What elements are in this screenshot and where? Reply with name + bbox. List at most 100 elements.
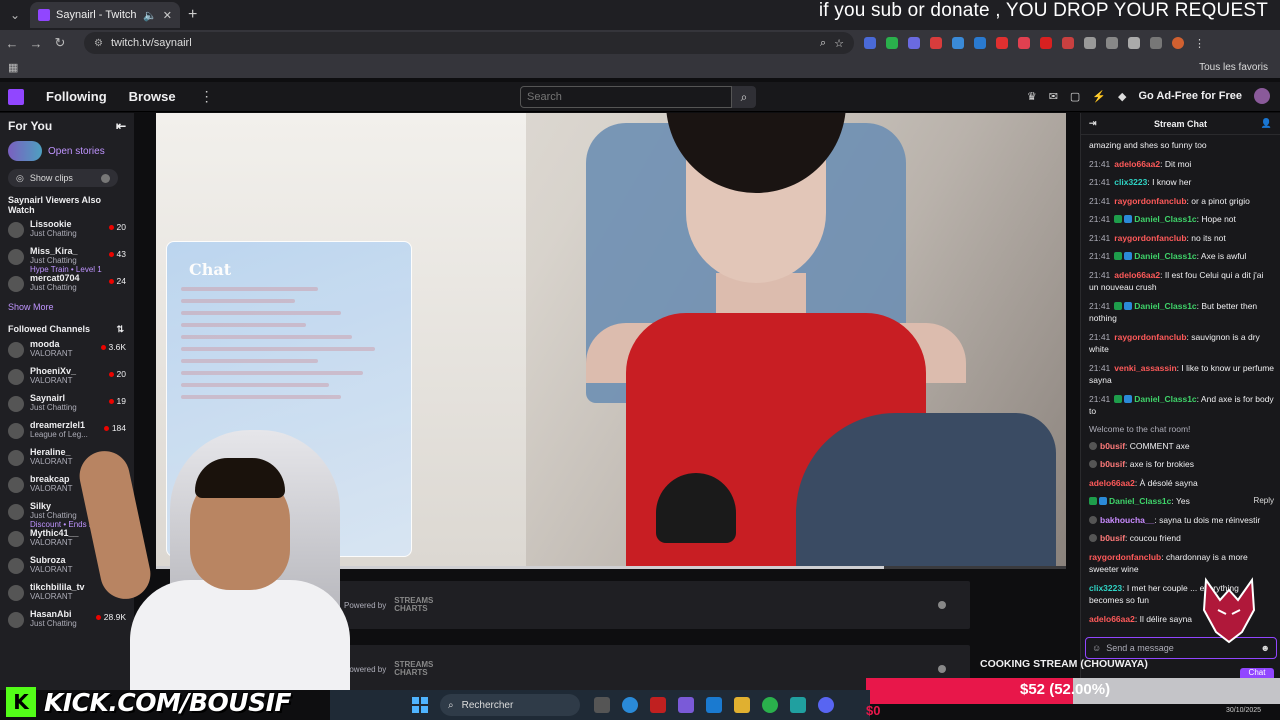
extension-icon[interactable] [886, 37, 898, 49]
app-icon[interactable] [706, 697, 722, 713]
viewer-count: 24 [109, 276, 126, 286]
show-more-link[interactable]: Show More [0, 298, 134, 316]
chat-username[interactable]: adelo66aa2 [1114, 159, 1160, 169]
chat-username[interactable]: raygordonfanclub [1089, 552, 1161, 562]
app-icon[interactable] [790, 697, 806, 713]
whispers-icon[interactable]: ▢ [1070, 90, 1080, 103]
browse-link[interactable]: Browse [129, 89, 176, 104]
show-clips-toggle[interactable]: ◎ Show clips [8, 169, 118, 187]
extension-icon[interactable] [974, 37, 986, 49]
discord-icon[interactable] [818, 697, 834, 713]
bits-icon[interactable]: ◆ [1118, 90, 1126, 103]
sidebar-channel[interactable]: mooda VALORANT 3.6K [0, 337, 134, 364]
search-input[interactable] [520, 86, 732, 108]
chat-username[interactable]: Daniel_Class1c [1134, 394, 1196, 404]
reply-button[interactable]: Reply [1254, 496, 1274, 505]
taskbar-search[interactable]: ⌕ Rechercher [440, 694, 580, 716]
bookmark-star-icon[interactable]: ☆ [834, 37, 844, 50]
sidebar-channel[interactable]: Lissookie Just Chatting 20 [0, 217, 134, 244]
twitch-logo-icon[interactable] [8, 88, 24, 105]
extension-icon[interactable] [952, 37, 964, 49]
file-explorer-icon[interactable] [734, 697, 750, 713]
tab-mute-icon[interactable]: 🔈 [143, 9, 157, 22]
extension-icon[interactable]: ⚡ [1092, 90, 1106, 103]
extension-icon[interactable] [1084, 37, 1096, 49]
extension-icon[interactable] [864, 37, 876, 49]
sort-icon[interactable]: ⇅ [116, 324, 124, 335]
extension-icon[interactable] [1018, 37, 1030, 49]
chat-users-icon[interactable]: 👤 [1261, 118, 1272, 129]
extension-icon[interactable] [908, 37, 920, 49]
edge-icon[interactable] [622, 697, 638, 713]
sidepanel-icon[interactable] [1150, 37, 1162, 49]
task-view-icon[interactable] [594, 697, 610, 713]
app-icon[interactable] [678, 697, 694, 713]
emote-icon[interactable]: ☻ [1261, 643, 1270, 653]
chat-username[interactable]: clix3223 [1114, 177, 1147, 187]
chat-username[interactable]: raygordonfanclub [1114, 233, 1186, 243]
chat-username[interactable]: b0usif [1100, 533, 1125, 543]
reload-icon[interactable]: ↻ [48, 35, 72, 51]
profile-icon[interactable] [1172, 37, 1184, 49]
chat-username[interactable]: adelo66aa2 [1114, 270, 1160, 280]
panel-close-icon[interactable] [938, 601, 946, 609]
chat-username[interactable]: venki_assassin [1114, 363, 1176, 373]
browser-menu-icon[interactable]: ⋮ [1194, 37, 1205, 50]
channel-info: Miss_Kira_ Just Chatting Hype Train • Leve… [30, 246, 109, 274]
clips-toggle-icon[interactable] [101, 173, 110, 183]
chat-username[interactable]: clix3223 [1089, 583, 1122, 593]
collapse-sidebar-icon[interactable]: ⇤ [116, 119, 126, 133]
extension-icon[interactable] [1040, 37, 1052, 49]
following-link[interactable]: Following [46, 89, 107, 104]
user-avatar[interactable] [1254, 88, 1270, 104]
channel-info: mercat0704 Just Chatting [30, 273, 109, 292]
inbox-icon[interactable]: ✉ [1049, 90, 1058, 103]
url-field[interactable]: ⚙ twitch.tv/saynairl ⌕ ☆ [84, 32, 854, 54]
puzzle-icon[interactable] [1128, 37, 1140, 49]
windows-start-icon[interactable] [412, 697, 428, 713]
back-icon[interactable]: ← [0, 36, 24, 51]
chat-message: 21:41 adelo66aa2: Il est fou Celui qui a … [1089, 269, 1264, 293]
chat-username[interactable]: adelo66aa2 [1089, 614, 1135, 624]
search-icon[interactable]: ⌕ [732, 86, 756, 108]
chrome-icon[interactable] [762, 697, 778, 713]
site-info-icon[interactable]: ⚙ [94, 38, 103, 49]
new-tab-icon[interactable]: + [188, 6, 197, 24]
chat-username[interactable]: raygordonfanclub [1114, 196, 1186, 206]
channel-avatar [8, 276, 24, 292]
extension-icon[interactable] [996, 37, 1008, 49]
chat-username[interactable]: bakhoucha__ [1100, 515, 1154, 525]
chat-username[interactable]: Daniel_Class1c [1109, 496, 1171, 506]
collapse-chat-icon[interactable]: ⇥ [1089, 118, 1097, 129]
taskbar-apps [594, 697, 834, 713]
forward-icon[interactable]: → [24, 36, 48, 51]
more-menu-icon[interactable]: ⋮ [200, 88, 214, 105]
sidebar-channel[interactable]: PhoeniXv_ VALORANT 20 [0, 364, 134, 391]
app-icon[interactable] [650, 697, 666, 713]
ad-free-button[interactable]: Go Ad-Free for Free [1139, 90, 1243, 102]
sidebar-channel[interactable]: Saynairl Just Chatting 19 [0, 391, 134, 418]
tab-list-icon[interactable]: ⌄ [4, 4, 26, 26]
browser-tab[interactable]: Saynairl - Twitch 🔈 ✕ [30, 2, 180, 28]
extension-icon[interactable] [930, 37, 942, 49]
extension-icon[interactable] [1106, 37, 1118, 49]
chat-username[interactable]: Daniel_Class1c [1134, 251, 1196, 261]
all-bookmarks-button[interactable]: Tous les favoris [1199, 62, 1268, 73]
chat-username[interactable]: b0usif [1100, 441, 1125, 451]
extension-icon[interactable] [1062, 37, 1074, 49]
tab-close-icon[interactable]: ✕ [163, 9, 172, 22]
sidebar-channel[interactable]: mercat0704 Just Chatting 24 [0, 271, 134, 298]
twitch-top-nav: Following Browse ⋮ ⌕ ♛ ✉ ▢ ⚡ ◆ Go Ad-Fre… [0, 82, 1280, 112]
chat-username[interactable]: adelo66aa2 [1089, 478, 1135, 488]
chat-username[interactable]: b0usif [1100, 459, 1125, 469]
panel-close-icon[interactable] [938, 665, 946, 673]
chat-username[interactable]: Daniel_Class1c [1134, 301, 1196, 311]
chat-text: Axe is awful [1200, 251, 1247, 261]
chat-username[interactable]: Daniel_Class1c [1134, 214, 1196, 224]
apps-grid-icon[interactable]: ▦ [8, 61, 18, 74]
zoom-icon[interactable]: ⌕ [820, 37, 826, 50]
crown-icon[interactable]: ♛ [1027, 90, 1037, 103]
chat-username[interactable]: raygordonfanclub [1114, 332, 1186, 342]
sidebar-channel[interactable]: Miss_Kira_ Just Chatting Hype Train • Leve… [0, 244, 134, 274]
open-stories[interactable]: Open stories [8, 141, 134, 161]
